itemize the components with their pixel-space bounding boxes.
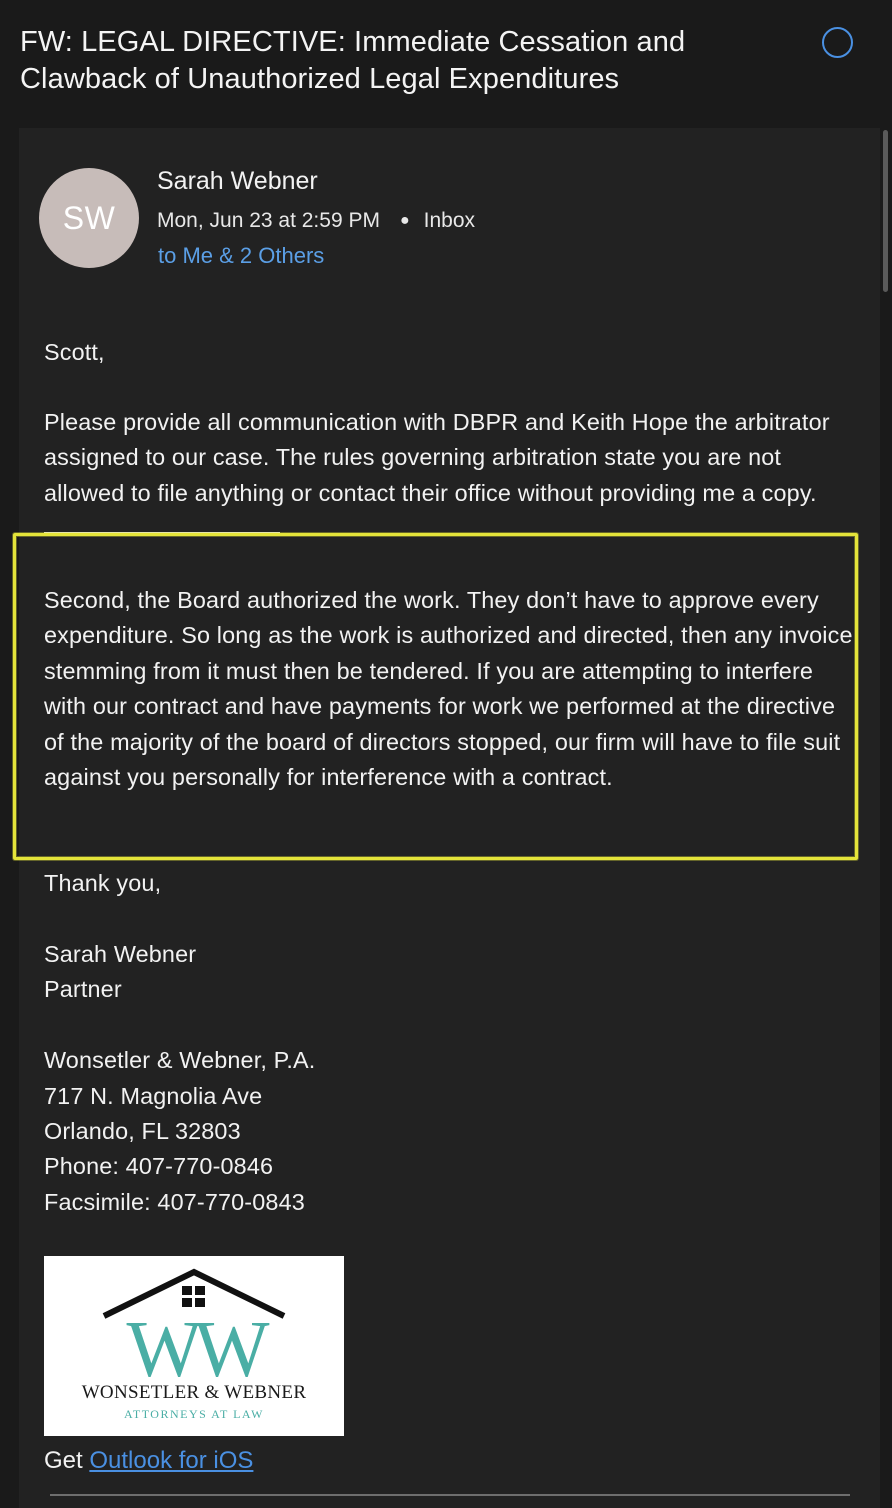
signature-address-2: Orlando, FL 32803 — [44, 1118, 241, 1144]
signature-firm: Wonsetler & Webner, P.A. — [44, 1047, 316, 1073]
signature-address-1: 717 N. Magnolia Ave — [44, 1083, 263, 1109]
signature-title: Partner — [44, 976, 122, 1002]
signature-phone[interactable]: Phone: 407-770-0846 — [44, 1149, 854, 1184]
house-roof-icon: WW — [102, 1268, 286, 1394]
logo-monogram: WW — [126, 1306, 270, 1381]
avatar[interactable]: SW — [39, 168, 139, 268]
logo-subtitle: ATTORNEYS AT LAW — [124, 1407, 264, 1421]
email-view: FW: LEGAL DIRECTIVE: Immediate Cessation… — [0, 0, 892, 1508]
recipients-link[interactable]: to Me & 2 Others — [158, 242, 324, 270]
subject-bar: FW: LEGAL DIRECTIVE: Immediate Cessation… — [0, 0, 892, 128]
folder-label: Inbox — [423, 209, 476, 232]
closing: Thank you, — [44, 870, 162, 896]
firm-logo: WW WONSETLER & WEBNER ATTORNEYS AT LAW — [44, 1256, 344, 1436]
scrollbar[interactable] — [883, 130, 888, 292]
signature-name: Sarah Webner — [44, 941, 197, 967]
footer-prefix: Get — [44, 1447, 90, 1474]
highlight-annotation — [13, 533, 858, 860]
unread-toggle-icon[interactable] — [822, 27, 853, 58]
message-date: Mon, Jun 23 at 2:59 PM — [157, 209, 380, 232]
signature-fax: Facsimile: 407-770-0843 — [44, 1189, 305, 1215]
body-paragraph-1: Please provide all communication with DB… — [44, 409, 830, 506]
message-meta: Mon, Jun 23 at 2:59 PM ● Inbox — [157, 208, 475, 234]
outlook-ios-link[interactable]: Outlook for iOS — [89, 1447, 253, 1474]
email-subject: FW: LEGAL DIRECTIVE: Immediate Cessation… — [20, 26, 686, 95]
greeting: Scott, — [44, 339, 105, 365]
logo-firm-name: WONSETLER & WEBNER — [81, 1382, 307, 1403]
footer: Get Outlook for iOS — [44, 1444, 253, 1478]
sender-name[interactable]: Sarah Webner — [157, 166, 318, 196]
divider — [50, 1494, 850, 1496]
separator-dot-icon: ● — [399, 212, 410, 229]
